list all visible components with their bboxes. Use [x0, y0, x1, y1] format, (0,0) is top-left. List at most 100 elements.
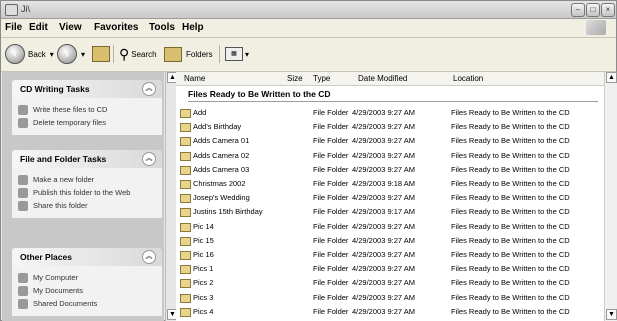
collapse-icon[interactable]: ︽	[142, 152, 156, 166]
folder-icon	[180, 123, 191, 133]
windows-logo-icon	[586, 20, 606, 35]
file-location: Files Ready to Be Written to the CD	[451, 292, 570, 302]
file-location: Files Ready to Be Written to the CD	[451, 221, 570, 231]
place-label: Shared Documents	[33, 299, 98, 308]
file-date: 4/29/2003 9:27 AM	[352, 221, 415, 231]
toolbar-separator	[113, 45, 114, 63]
search-button[interactable]: ⚲ Search	[119, 44, 157, 64]
task-label: Make a new folder	[33, 175, 95, 184]
panel-header[interactable]: Other Places ︽	[12, 248, 162, 266]
views-dropdown-icon: ▾	[245, 49, 250, 59]
column-type[interactable]: Type	[313, 74, 330, 83]
folders-label: Folders	[186, 49, 213, 59]
file-row[interactable]: Christmas 2002 File Folder 4/29/2003 9:18 …	[176, 177, 604, 191]
place-my-documents[interactable]: My Documents	[18, 286, 156, 296]
file-date: 4/29/2003 9:27 AM	[352, 193, 415, 203]
task-share-folder[interactable]: Share this folder	[18, 201, 156, 211]
task-label: Delete temporary files	[33, 118, 106, 127]
menu-edit[interactable]: Edit	[29, 22, 48, 33]
file-row[interactable]: Pic 16 File Folder 4/29/2003 9:27 AM Files …	[176, 248, 604, 262]
panel-header[interactable]: CD Writing Tasks ︽	[12, 80, 162, 98]
task-pane-scrollbar[interactable]: ▲ ▼	[165, 72, 178, 321]
menu-bar: File Edit View Favorites Tools Help	[1, 19, 616, 38]
file-row[interactable]: Pics 4 File Folder 4/29/2003 9:27 AM Files …	[176, 305, 604, 319]
file-location: Files Ready to Be Written to the CD	[451, 193, 570, 203]
maximize-button[interactable]: □	[586, 3, 600, 17]
place-my-computer[interactable]: My Computer	[18, 273, 156, 283]
file-row[interactable]: Pic 15 File Folder 4/29/2003 9:27 AM Files …	[176, 234, 604, 248]
file-row[interactable]: Pics 1 File Folder 4/29/2003 9:27 AM Files …	[176, 262, 604, 276]
file-list-scrollbar[interactable]: ▲ ▼	[604, 72, 617, 321]
title-bar[interactable]: Ji\ – □ ×	[1, 1, 616, 19]
menu-help[interactable]: Help	[182, 22, 204, 33]
file-date: 4/29/2003 9:27 AM	[352, 250, 415, 259]
file-name: Pics 4	[193, 306, 214, 316]
file-row[interactable]: Pics 2 File Folder 4/29/2003 9:27 AM Files …	[176, 276, 604, 290]
forward-dropdown-icon[interactable]: ▾	[81, 50, 85, 59]
panel-title: Other Places	[20, 252, 72, 262]
file-row[interactable]: Justins 15th Birthday File Folder 4/29/200…	[176, 205, 604, 219]
folders-icon	[164, 46, 182, 62]
file-type: File Folder	[313, 207, 349, 217]
file-row[interactable]: Adds Camera 03 File Folder 4/29/2003 9:27 …	[176, 163, 604, 177]
file-name: Add	[193, 108, 207, 117]
back-dropdown-icon[interactable]: ▾	[50, 50, 54, 59]
file-type: File Folder	[313, 235, 349, 245]
file-date: 4/29/2003 9:27 AM	[352, 235, 415, 245]
menu-favorites[interactable]: Favorites	[94, 22, 138, 33]
minimize-button[interactable]: –	[571, 3, 585, 17]
back-button[interactable]: ‹ Back ▾	[5, 44, 54, 64]
file-type: File Folder	[313, 221, 349, 231]
column-size[interactable]: Size	[287, 74, 303, 83]
file-row[interactable]: Josep's Wedding File Folder 4/29/2003 9:27…	[176, 191, 604, 205]
folder-icon	[180, 165, 191, 175]
file-date: 4/29/2003 9:27 AM	[352, 264, 415, 274]
folder-icon	[180, 109, 191, 118]
task-publish-web[interactable]: Publish this folder to the Web	[18, 188, 156, 198]
views-button[interactable]: ▦ ▾	[225, 44, 249, 64]
forward-button[interactable]: › ▾	[57, 44, 85, 64]
file-date: 4/29/2003 9:27 AM	[352, 122, 415, 132]
file-date: 4/29/2003 9:18 AM	[352, 179, 415, 188]
file-name: Justins 15th Birthday	[193, 207, 263, 217]
panel-title: File and Folder Tasks	[20, 154, 107, 164]
file-row[interactable]: Adds Camera 01 File Folder 4/29/2003 9:27 …	[176, 134, 604, 148]
task-delete-temp-files[interactable]: Delete temporary files	[18, 118, 156, 128]
file-name: Add's Birthday	[193, 122, 242, 132]
computer-icon	[18, 273, 28, 283]
panel-header[interactable]: File and Folder Tasks ︽	[12, 150, 162, 168]
folder-icon	[180, 279, 191, 289]
file-folder-tasks-panel: File and Folder Tasks ︽ Make a new folde…	[12, 150, 162, 218]
column-name[interactable]: Name	[184, 74, 205, 83]
collapse-icon[interactable]: ︽	[142, 250, 156, 264]
folders-button[interactable]: Folders	[164, 44, 213, 64]
file-row[interactable]: Add's Birthday File Folder 4/29/2003 9:27 …	[176, 120, 604, 134]
column-location[interactable]: Location	[453, 74, 483, 83]
file-type: File Folder	[313, 292, 349, 302]
menu-file[interactable]: File	[5, 22, 22, 33]
place-shared-documents[interactable]: Shared Documents	[18, 299, 156, 309]
file-row[interactable]: Adds Camera 02 File Folder 4/29/2003 9:27 …	[176, 149, 604, 163]
column-date-modified[interactable]: Date Modified	[358, 74, 407, 83]
file-row[interactable]: Pics 3 File Folder 4/29/2003 9:27 AM Files …	[176, 291, 604, 305]
file-row[interactable]: Add File Folder 4/29/2003 9:27 AM Files Rea…	[176, 106, 604, 120]
scroll-down-icon[interactable]: ▼	[606, 309, 617, 320]
task-write-to-cd[interactable]: Write these files to CD	[18, 105, 156, 115]
task-new-folder[interactable]: Make a new folder	[18, 175, 156, 185]
toolbar-separator	[219, 45, 220, 63]
close-button[interactable]: ×	[601, 3, 615, 17]
file-name: Josep's Wedding	[193, 193, 250, 203]
file-row[interactable]: Pic 14 File Folder 4/29/2003 9:27 AM Files …	[176, 220, 604, 234]
scroll-up-icon[interactable]: ▲	[606, 72, 617, 83]
file-name: Pic 16	[193, 250, 214, 259]
menu-tools[interactable]: Tools	[149, 22, 175, 33]
file-location: Files Ready to Be Written to the CD	[451, 150, 570, 160]
file-type: File Folder	[313, 179, 349, 188]
menu-view[interactable]: View	[59, 22, 82, 33]
up-folder-button[interactable]	[92, 44, 110, 64]
collapse-icon[interactable]: ︽	[142, 82, 156, 96]
new-folder-icon	[18, 175, 28, 185]
task-pane: CD Writing Tasks ︽ Write these files to …	[2, 72, 164, 321]
globe-icon	[18, 188, 28, 198]
cd-writing-tasks-panel: CD Writing Tasks ︽ Write these files to …	[12, 80, 162, 135]
